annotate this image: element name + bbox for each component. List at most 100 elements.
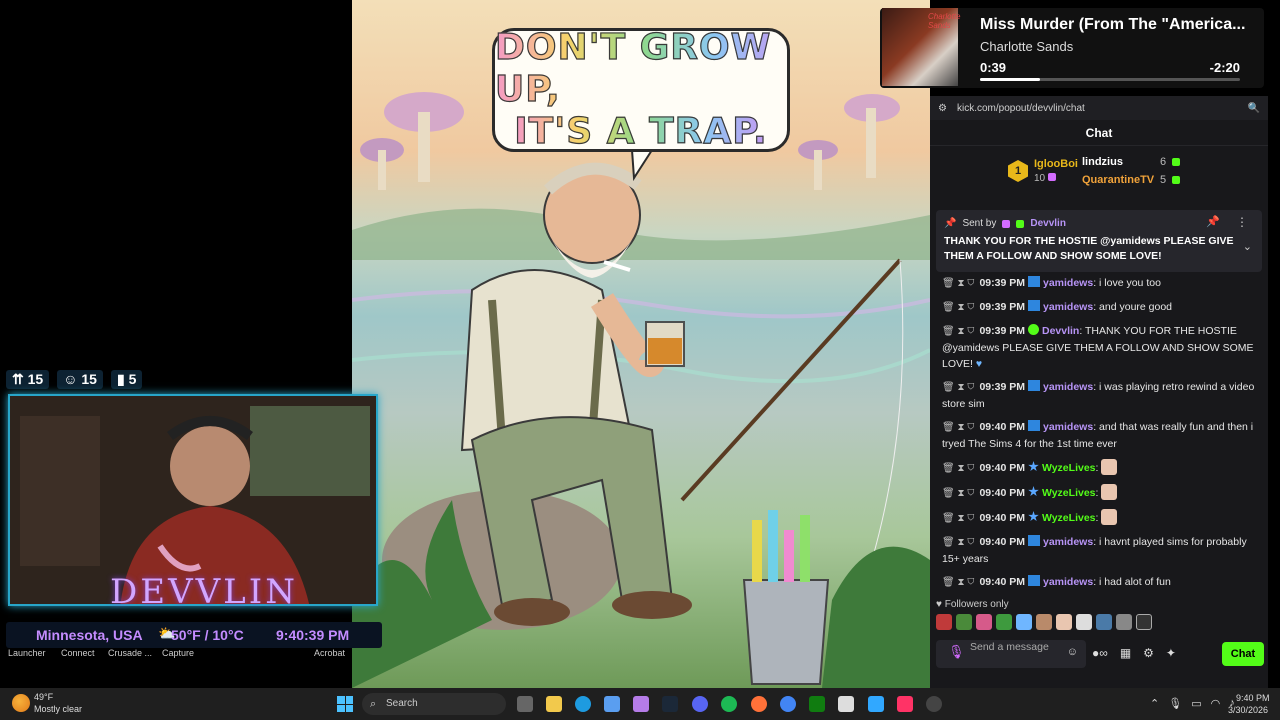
chat-message[interactable]: 🗑 ⧗ ⛉ 09:39 PM yamidews: i was playing ret… [930, 376, 1268, 416]
moderation-icons[interactable]: 🗑 ⧗ ⛉ [942, 326, 974, 337]
emote-icon[interactable] [956, 614, 972, 630]
mic-icon[interactable]: 🎙 [948, 645, 965, 658]
chat-input[interactable]: 🎙 Send a message ☺ [936, 640, 1086, 668]
message-username[interactable]: yamidews [1043, 536, 1093, 548]
spotify-icon[interactable] [721, 696, 737, 712]
zoom-icon[interactable]: 🔍 [1248, 103, 1260, 114]
taskbar-clock-time[interactable]: 9:40 PM [1236, 693, 1270, 703]
message-text: : [1095, 512, 1099, 524]
xbox-icon[interactable] [809, 696, 825, 712]
chat-send-button[interactable]: Chat [1222, 642, 1264, 666]
settings-icon[interactable]: ⚙ [1143, 646, 1154, 660]
moderation-icons[interactable]: 🗑 ⧗ ⛉ [942, 488, 974, 499]
message-username[interactable]: WyzeLives [1042, 462, 1096, 474]
chat-message[interactable]: 🗑 ⧗ ⛉ 09:40 PM WyzeLives: [930, 456, 1268, 481]
mic-icon[interactable]: 🎙 [1168, 697, 1182, 710]
moderation-icons[interactable]: 🗑 ⧗ ⛉ [942, 302, 974, 313]
emote-icon [1101, 509, 1118, 525]
message-username[interactable]: yamidews [1043, 301, 1093, 313]
leaderboard-row[interactable]: QuarantineTV 5 [1082, 174, 1181, 186]
steam-icon[interactable] [662, 696, 678, 712]
photoshop-icon[interactable] [868, 696, 884, 712]
chat-message[interactable]: 🗑 ⧗ ⛉ 09:40 PM yamidews: and that was real… [930, 416, 1268, 456]
more-options-icon[interactable]: ⋮ [1236, 215, 1248, 230]
firefox-icon[interactable] [751, 696, 767, 712]
message-username[interactable]: yamidews [1043, 277, 1093, 289]
message-username[interactable]: WyzeLives [1042, 487, 1096, 499]
url-bar[interactable]: ⚙ kick.com/popout/devvlin/chat 🔍 [930, 96, 1268, 120]
weather-moon-icon[interactable] [12, 694, 30, 712]
store-icon[interactable]: ▦ [1120, 646, 1131, 660]
moderation-icons[interactable]: 🗑 ⧗ ⛉ [942, 463, 974, 474]
chat-message[interactable]: 🗑 ⧗ ⛉ 09:40 PM WyzeLives: [930, 481, 1268, 506]
leaderboard-name: lindzius [1082, 156, 1123, 168]
message-username[interactable]: Devvlin [1042, 325, 1079, 337]
emote-icon[interactable] [1016, 614, 1032, 630]
file-explorer-icon[interactable] [546, 696, 562, 712]
gift-icon [1172, 158, 1181, 166]
edge-icon[interactable] [575, 696, 591, 712]
weather-condition[interactable]: Mostly clear [34, 704, 82, 714]
store-app-icon[interactable] [604, 696, 620, 712]
chat-message[interactable]: 🗑 ⧗ ⛉ 09:39 PM Devvlin: THANK YOU FOR THE … [930, 320, 1268, 376]
song-progress-bar [980, 78, 1240, 81]
weather-temp[interactable]: 49°F [34, 692, 53, 702]
app-icon[interactable] [838, 696, 854, 712]
dock-label-capture[interactable]: Capture [162, 648, 194, 658]
chevron-up-icon[interactable]: ⌃ [1150, 697, 1159, 710]
windows-start-icon[interactable] [337, 696, 353, 712]
leaderboard-row[interactable]: lindzius 6 [1082, 156, 1181, 168]
emote-icon[interactable] [1036, 614, 1052, 630]
message-username[interactable]: yamidews [1043, 421, 1093, 433]
site-settings-icon[interactable]: ⚙ [938, 103, 947, 114]
discord-icon[interactable] [692, 696, 708, 712]
moderation-icons[interactable]: 🗑 ⧗ ⛉ [942, 513, 974, 524]
chat-message[interactable]: 🗑 ⧗ ⛉ 09:40 PM yamidews: i havnt played si… [930, 531, 1268, 571]
leaderboard-first-name[interactable]: IglooBoi [1034, 158, 1078, 170]
pinned-message[interactable]: 📌 Sent by Devvlin THANK YOU FOR THE HOST… [936, 210, 1262, 272]
emote-icon[interactable] [1056, 614, 1072, 630]
moderation-icons[interactable]: 🗑 ⧗ ⛉ [942, 278, 974, 289]
message-username[interactable]: yamidews [1043, 576, 1093, 588]
emote-icon[interactable] [1136, 614, 1152, 630]
message-username[interactable]: WyzeLives [1042, 512, 1096, 524]
chat-message[interactable]: 🗑 ⧗ ⛉ 09:39 PM yamidews: i love you too [930, 272, 1268, 296]
moderation-icons[interactable]: 🗑 ⧗ ⛉ [942, 382, 974, 393]
taskbar-search[interactable]: ⌕ Search [362, 693, 506, 715]
dock-label-connect[interactable]: Connect [61, 648, 95, 658]
pinned-text: THANK YOU FOR THE HOSTIE @yamidews PLEAS… [944, 235, 1234, 262]
dock-label-launcher[interactable]: Launcher [8, 648, 46, 658]
emote-icon[interactable] [996, 614, 1012, 630]
emote-icon[interactable] [1096, 614, 1112, 630]
points-icon[interactable]: ●∞ [1092, 646, 1108, 660]
dock-label-acrobat[interactable]: Acrobat [314, 648, 345, 658]
emote-icon[interactable] [936, 614, 952, 630]
dock-label-crusade[interactable]: Crusade ... [108, 648, 152, 658]
moderation-icons[interactable]: 🗑 ⧗ ⛉ [942, 537, 974, 548]
gift-icon[interactable]: ✦ [1166, 646, 1176, 660]
url-text[interactable]: kick.com/popout/devvlin/chat [957, 103, 1238, 114]
chrome-icon[interactable] [780, 696, 796, 712]
taskbar-clock-date[interactable]: 3/30/2026 [1228, 705, 1268, 715]
obs-icon[interactable] [926, 696, 942, 712]
indesign-icon[interactable] [897, 696, 913, 712]
pinned-author[interactable]: Devvlin [1030, 216, 1066, 231]
copilot-icon[interactable] [633, 696, 649, 712]
task-view-icon[interactable] [517, 696, 533, 712]
moderation-icons[interactable]: 🗑 ⧗ ⛉ [942, 577, 974, 588]
chat-message[interactable]: 🗑 ⧗ ⛉ 09:40 PM WyzeLives: [930, 506, 1268, 531]
chat-message[interactable]: 🗑 ⧗ ⛉ 09:39 PM yamidews: and youre good [930, 296, 1268, 320]
wifi-icon[interactable]: ◠ [1211, 697, 1221, 710]
message-time: 09:40 PM [979, 462, 1025, 474]
display-icon[interactable]: ▭ [1191, 697, 1201, 710]
emote-icon[interactable] [976, 614, 992, 630]
emote-icon[interactable] [1076, 614, 1092, 630]
moderation-icons[interactable]: 🗑 ⧗ ⛉ [942, 422, 974, 433]
emoji-icon[interactable]: ☺ [1067, 647, 1078, 658]
chat-message[interactable]: 🗑 ⧗ ⛉ 09:40 PM yamidews: i had alot of fun [930, 571, 1268, 595]
chevron-down-icon[interactable]: ⌄ [1243, 240, 1252, 255]
system-tray: ⌃ 🎙 ▭ ◠ ♪ [1150, 697, 1235, 710]
unpin-icon[interactable]: 📌 [1206, 215, 1220, 230]
message-username[interactable]: yamidews [1043, 381, 1093, 393]
emote-icon[interactable] [1116, 614, 1132, 630]
